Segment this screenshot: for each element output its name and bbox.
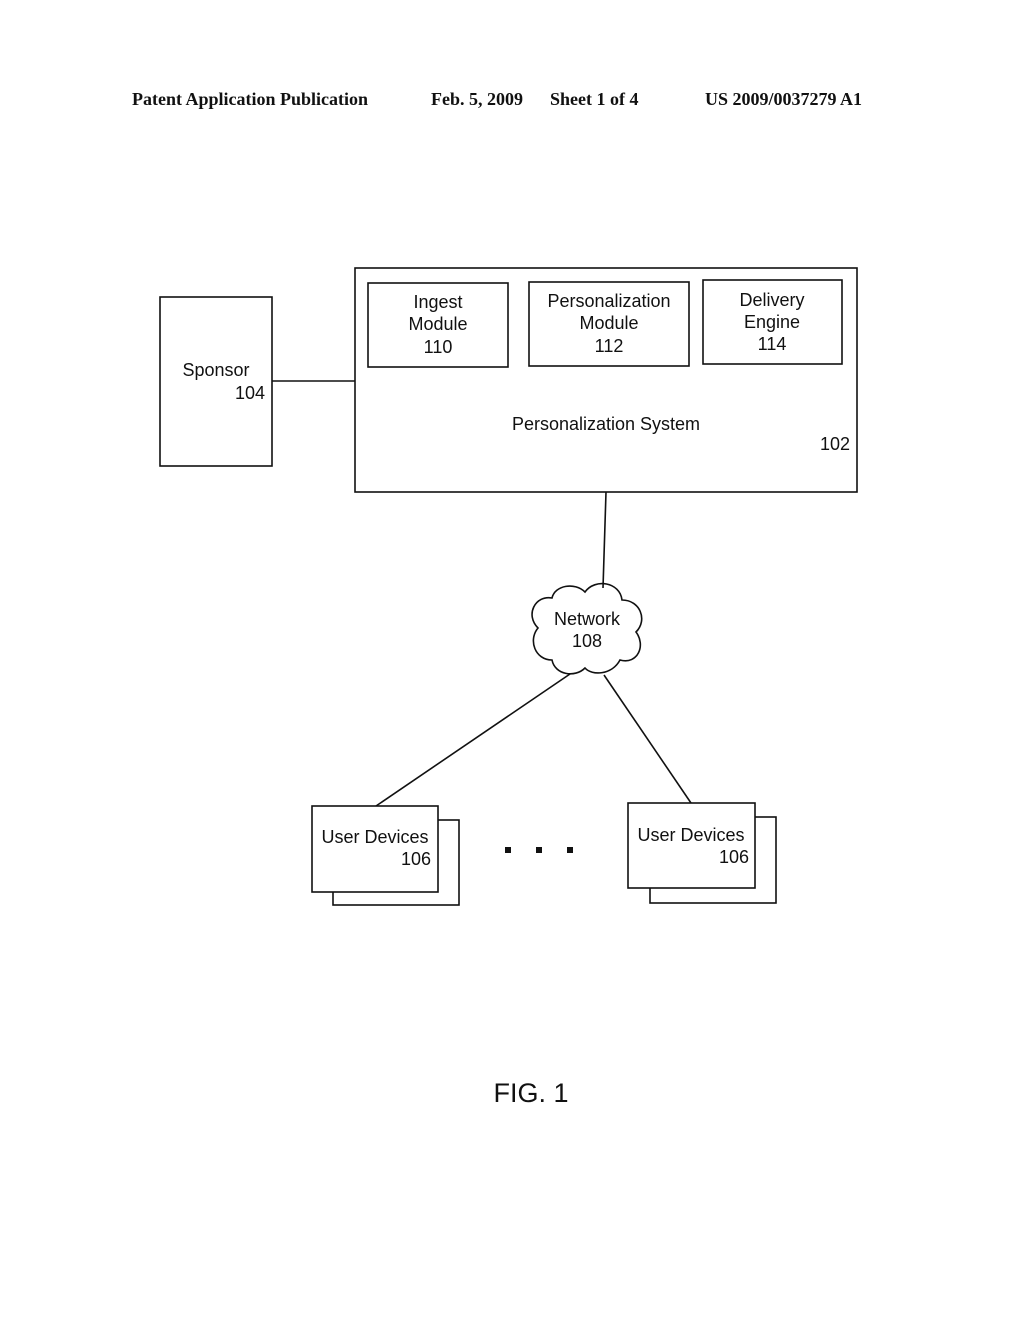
personalization-module-line2: Module xyxy=(579,313,638,333)
system-diagram: Sponsor 104 Ingest Module 110 Personaliz… xyxy=(159,267,858,1108)
delivery-engine-line2: Engine xyxy=(744,312,800,332)
ellipsis-dot xyxy=(567,847,573,853)
ingest-module-ref: 110 xyxy=(424,337,453,357)
ellipsis-dot xyxy=(505,847,511,853)
network-ref: 108 xyxy=(572,631,602,651)
user-devices-left-label: User Devices xyxy=(321,827,428,847)
figure-label: FIG. 1 xyxy=(493,1078,568,1108)
sponsor-box xyxy=(159,296,273,467)
user-devices-left-ref: 106 xyxy=(401,849,431,869)
network-userdevices-right-connector xyxy=(603,674,692,804)
ellipsis-dot xyxy=(536,847,542,853)
personalization-system-label: Personalization System xyxy=(512,414,700,434)
sponsor-ref: 104 xyxy=(235,383,265,403)
network-userdevices-left-connector xyxy=(375,673,571,807)
personalization-system-ref: 102 xyxy=(820,434,850,454)
user-devices-right-ref: 106 xyxy=(719,847,749,867)
delivery-engine-ref: 114 xyxy=(758,334,787,354)
user-devices-right-box xyxy=(627,802,756,889)
ingest-module-line2: Module xyxy=(408,314,467,334)
personalization-module-line1: Personalization xyxy=(547,291,670,311)
personalization-module-ref: 112 xyxy=(595,336,624,356)
delivery-engine-line1: Delivery xyxy=(739,290,804,310)
user-devices-right-label: User Devices xyxy=(637,825,744,845)
ingest-module-line1: Ingest xyxy=(413,292,462,312)
network-label: Network xyxy=(554,609,621,629)
ellipsis xyxy=(505,847,573,853)
system-network-connector xyxy=(602,491,607,589)
sponsor-label: Sponsor xyxy=(182,360,249,380)
